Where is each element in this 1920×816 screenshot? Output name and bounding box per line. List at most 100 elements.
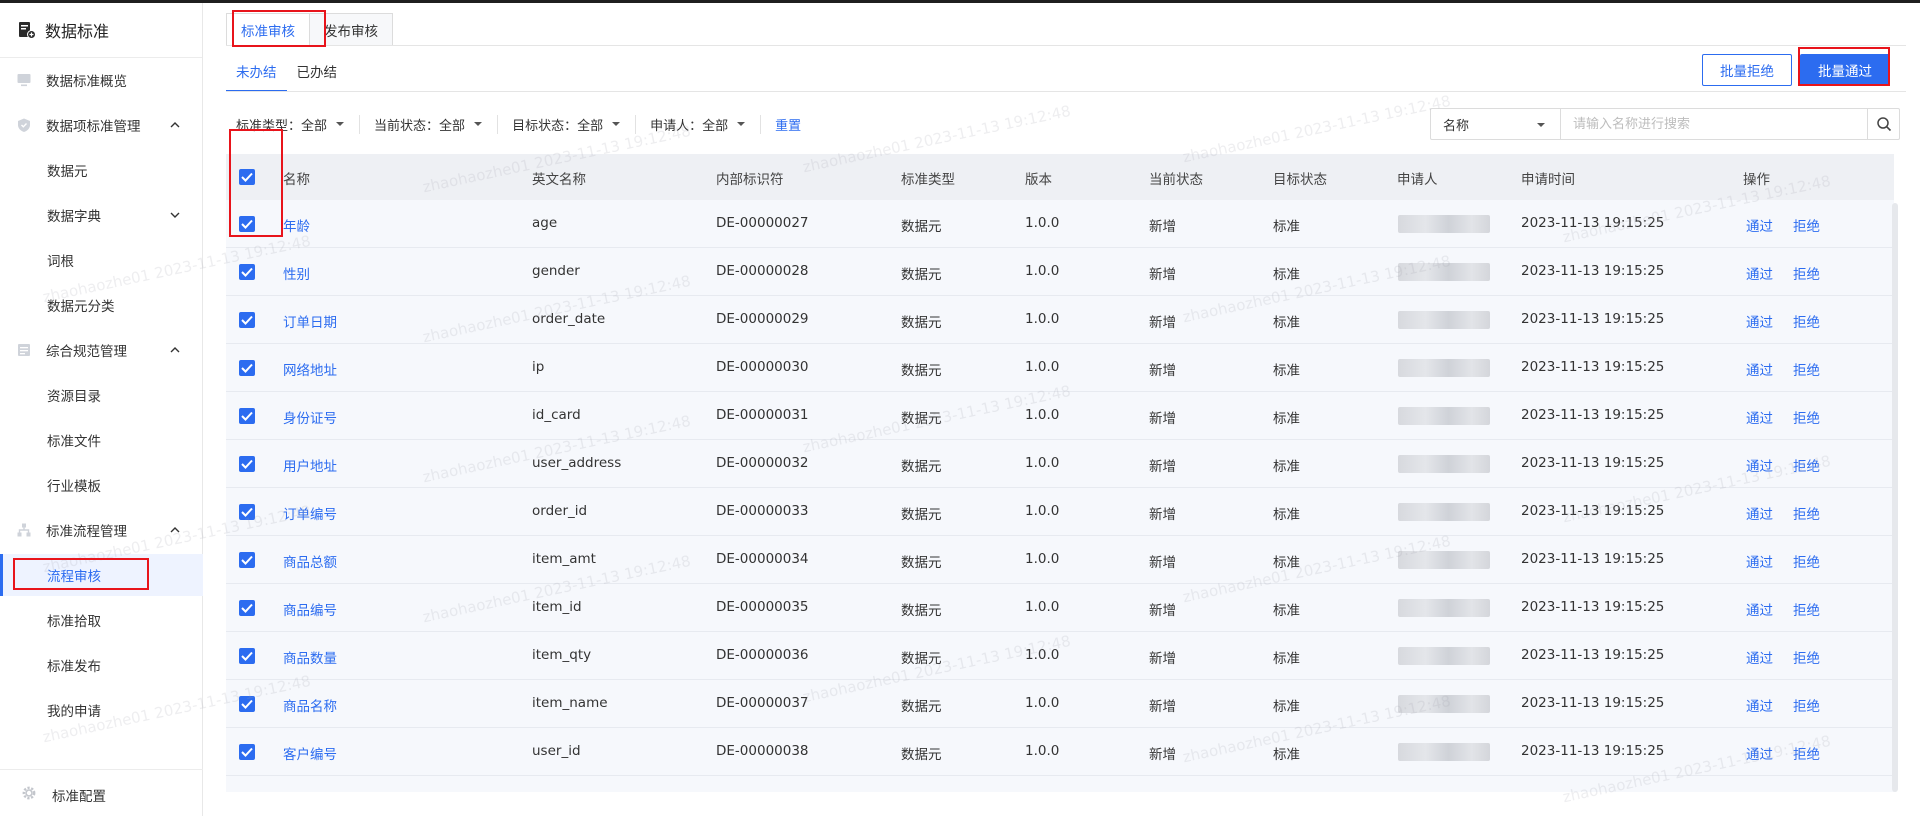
row-identifier: DE-00000038 (716, 743, 809, 759)
row-current-status: 新增 (1149, 267, 1176, 283)
sidebar-item[interactable]: 标准发布 (0, 644, 203, 686)
pass-link[interactable]: 通过 (1746, 263, 1773, 283)
reject-link[interactable]: 拒绝 (1793, 215, 1820, 235)
pass-link[interactable]: 通过 (1746, 455, 1773, 475)
sidebar-item-label: 标准拾取 (47, 614, 101, 630)
row-checkbox[interactable] (239, 456, 255, 472)
column-header: 英文名称 (532, 172, 586, 188)
sidebar-item[interactable]: 资源目录 (0, 374, 203, 416)
sidebar-item[interactable]: 行业模板 (0, 464, 203, 506)
row-name-link[interactable]: 订单编号 (283, 503, 337, 523)
row-name-link[interactable]: 年龄 (283, 215, 310, 235)
sidebar-item-standard-config[interactable]: 标准配置 (0, 769, 203, 816)
search-button[interactable] (1867, 109, 1899, 139)
pass-link[interactable]: 通过 (1746, 647, 1773, 667)
row-name-link[interactable]: 用户地址 (283, 455, 337, 475)
row-checkbox[interactable] (239, 696, 255, 712)
reject-link[interactable]: 拒绝 (1793, 407, 1820, 427)
sidebar-item[interactable]: 数据项标准管理 (0, 104, 203, 146)
row-checkbox[interactable] (239, 264, 255, 280)
reject-link[interactable]: 拒绝 (1793, 743, 1820, 763)
sidebar-item[interactable]: 词根 (0, 239, 203, 281)
sidebar-item[interactable]: 我的申请 (0, 689, 203, 731)
sidebar-item-label: 资源目录 (47, 389, 101, 405)
row-current-status: 新增 (1149, 411, 1176, 427)
subtab-finished[interactable]: 已办结 (287, 58, 348, 92)
sidebar-item[interactable]: 数据字典 (0, 194, 203, 236)
pass-link[interactable]: 通过 (1746, 407, 1773, 427)
reject-link[interactable]: 拒绝 (1793, 311, 1820, 331)
row-name-link[interactable]: 客户编号 (283, 743, 337, 763)
filter-target-status[interactable]: 目标状态： 全部 (512, 114, 637, 134)
batch-reject-button[interactable]: 批量拒绝 (1702, 54, 1792, 86)
sidebar-item[interactable]: 综合规范管理 (0, 329, 203, 371)
filter-current-status[interactable]: 当前状态： 全部 (374, 114, 499, 134)
sidebar-item-label: 数据元 (47, 164, 88, 180)
row-name-link[interactable]: 商品名称 (283, 695, 337, 715)
pass-link[interactable]: 通过 (1746, 695, 1773, 715)
row-identifier: DE-00000034 (716, 551, 809, 567)
check-icon (241, 651, 253, 661)
reject-link[interactable]: 拒绝 (1793, 647, 1820, 667)
row-name-link[interactable]: 性别 (283, 263, 310, 283)
applicant-redacted (1398, 311, 1490, 329)
row-checkbox[interactable] (239, 408, 255, 424)
row-checkbox[interactable] (239, 312, 255, 328)
pass-link[interactable]: 通过 (1746, 503, 1773, 523)
sidebar-item[interactable]: 标准文件 (0, 419, 203, 461)
filter-applicant[interactable]: 申请人： 全部 (650, 114, 762, 134)
sidebar-item[interactable]: 数据元 (0, 149, 203, 191)
select-all-checkbox[interactable] (239, 169, 255, 185)
reject-link[interactable]: 拒绝 (1793, 695, 1820, 715)
reject-link[interactable]: 拒绝 (1793, 503, 1820, 523)
reset-link[interactable]: 重置 (775, 115, 801, 134)
table-row: 商品数量 item_qty DE-00000036 数据元 1.0.0 新增 标准 2023-… (226, 632, 1894, 680)
reject-link[interactable]: 拒绝 (1793, 455, 1820, 475)
search-input[interactable] (1561, 109, 1867, 139)
row-name-link[interactable]: 网络地址 (283, 359, 337, 379)
pass-link[interactable]: 通过 (1746, 551, 1773, 571)
tab-publish-review[interactable]: 发布审核 (309, 13, 393, 45)
row-checkbox[interactable] (239, 504, 255, 520)
pass-link[interactable]: 通过 (1746, 359, 1773, 379)
applicant-redacted (1398, 647, 1490, 665)
row-checkbox[interactable] (239, 552, 255, 568)
row-standard-type: 数据元 (901, 651, 942, 667)
row-apply-time: 2023-11-13 19:15:25 (1521, 407, 1665, 423)
pass-link[interactable]: 通过 (1746, 743, 1773, 763)
batch-pass-button[interactable]: 批量通过 (1800, 54, 1890, 86)
filter-standard-type[interactable]: 标准类型： 全部 (236, 114, 361, 134)
row-name-link[interactable]: 商品数量 (283, 647, 337, 667)
row-checkbox[interactable] (239, 600, 255, 616)
row-checkbox[interactable] (239, 360, 255, 376)
pass-link[interactable]: 通过 (1746, 311, 1773, 331)
sidebar-item[interactable]: 标准流程管理 (0, 509, 203, 551)
table-row: 性别 gender DE-00000028 数据元 1.0.0 新增 标准 2023-11-1… (226, 248, 1894, 296)
table-scrollbar[interactable] (1892, 203, 1898, 792)
reject-link[interactable]: 拒绝 (1793, 551, 1820, 571)
row-target-status: 标准 (1273, 651, 1300, 667)
row-checkbox[interactable] (239, 216, 255, 232)
sidebar-item[interactable]: 数据元分类 (0, 284, 203, 326)
sidebar-item[interactable]: 流程审核 (0, 554, 203, 596)
sidebar-item[interactable]: 标准拾取 (0, 599, 203, 641)
reject-link[interactable]: 拒绝 (1793, 263, 1820, 283)
row-english-name: age (532, 215, 558, 231)
filter-value: 全部 (702, 118, 729, 134)
row-name-link[interactable]: 订单日期 (283, 311, 337, 331)
row-name-link[interactable]: 商品编号 (283, 599, 337, 619)
row-checkbox[interactable] (239, 648, 255, 664)
subtab-unfinished[interactable]: 未办结 (226, 58, 287, 92)
row-name-link[interactable]: 身份证号 (283, 407, 337, 427)
sidebar-item[interactable]: 数据标准概览 (0, 59, 203, 101)
row-apply-time: 2023-11-13 19:15:25 (1521, 647, 1665, 663)
row-checkbox[interactable] (239, 744, 255, 760)
reject-link[interactable]: 拒绝 (1793, 359, 1820, 379)
row-target-status: 标准 (1273, 747, 1300, 763)
search-field-select[interactable]: 名称 (1431, 109, 1561, 139)
tab-standard-review[interactable]: 标准审核 (226, 13, 310, 45)
pass-link[interactable]: 通过 (1746, 599, 1773, 619)
pass-link[interactable]: 通过 (1746, 215, 1773, 235)
reject-link[interactable]: 拒绝 (1793, 599, 1820, 619)
row-name-link[interactable]: 商品总额 (283, 551, 337, 571)
